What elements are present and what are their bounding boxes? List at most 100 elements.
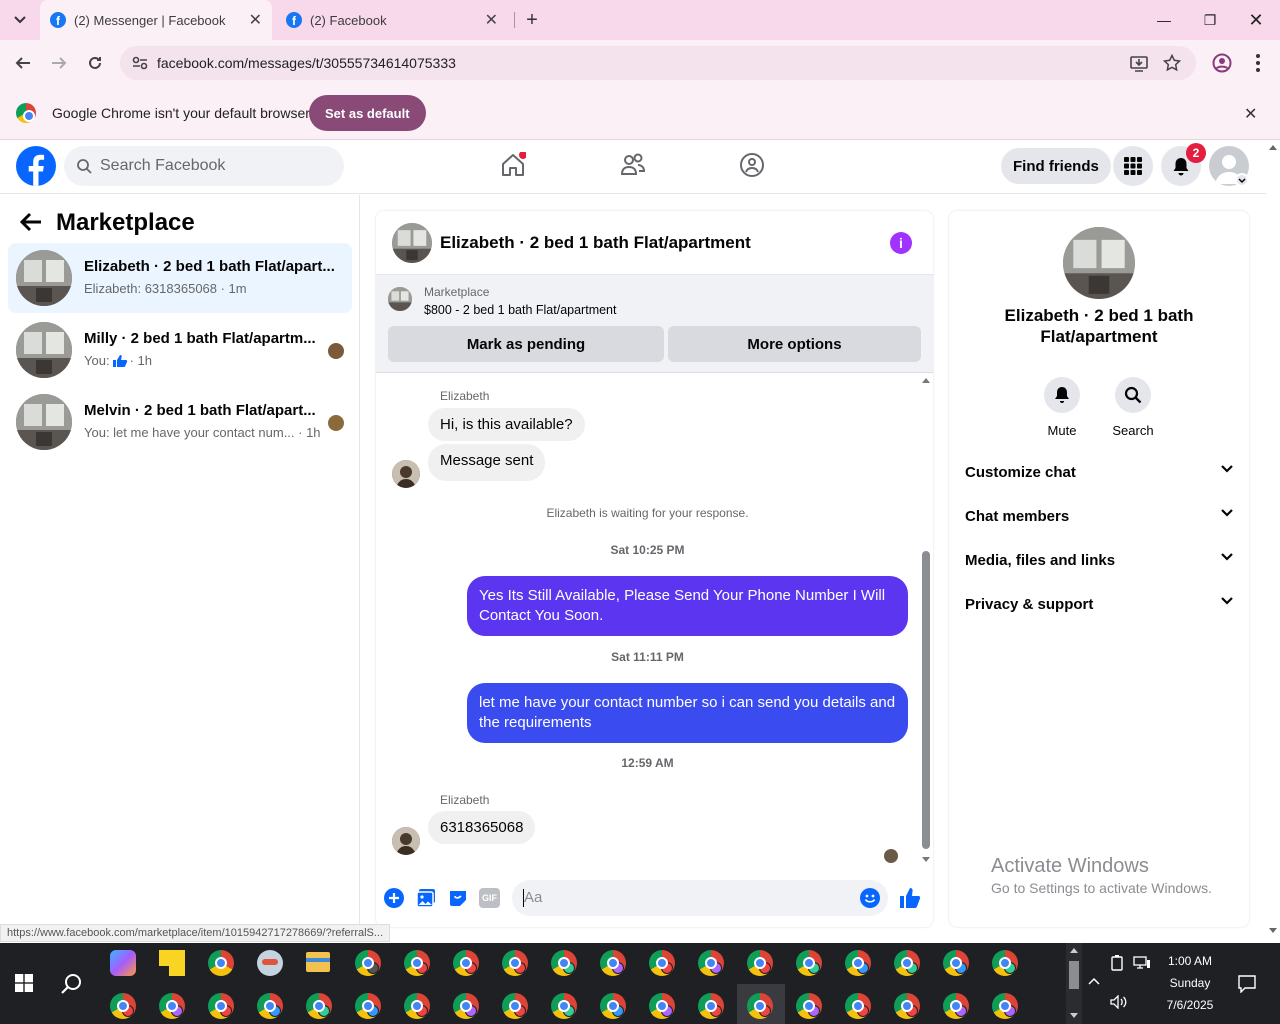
file-explorer-app-icon[interactable] bbox=[306, 952, 330, 972]
message-input[interactable]: Aa bbox=[512, 880, 888, 916]
chrome-profile-icon[interactable] bbox=[845, 993, 871, 1019]
new-tab-button[interactable]: + bbox=[520, 8, 544, 32]
scroll-up-icon[interactable] bbox=[1070, 947, 1078, 953]
chrome-profile-icon[interactable] bbox=[306, 993, 332, 1019]
tab-search-button[interactable] bbox=[8, 8, 32, 32]
chrome-profile-icon[interactable] bbox=[502, 993, 528, 1019]
chrome-profile-icon[interactable] bbox=[453, 950, 479, 976]
chrome-profile-icon[interactable] bbox=[453, 993, 479, 1019]
address-bar[interactable]: facebook.com/messages/t/3055573461407533… bbox=[120, 46, 1196, 80]
copilot-app-icon[interactable] bbox=[110, 950, 136, 976]
chrome-app-icon[interactable] bbox=[208, 950, 234, 976]
more-options-button[interactable]: More options bbox=[668, 326, 921, 362]
search-in-conversation-button[interactable]: Search bbox=[1103, 377, 1163, 438]
plus-circle-icon[interactable] bbox=[384, 888, 404, 908]
search-icon[interactable] bbox=[61, 973, 83, 995]
network-icon[interactable] bbox=[1133, 956, 1151, 970]
sender-avatar[interactable] bbox=[392, 460, 420, 488]
chrome-menu-button[interactable] bbox=[1250, 52, 1266, 74]
chrome-profile-icon[interactable] bbox=[404, 950, 430, 976]
chrome-profile-icon[interactable] bbox=[992, 950, 1018, 976]
back-arrow-icon[interactable] bbox=[20, 212, 42, 232]
emoji-icon[interactable] bbox=[860, 888, 880, 908]
set-as-default-button[interactable]: Set as default bbox=[309, 95, 426, 131]
outgoing-message[interactable]: let me have your contact number so i can… bbox=[467, 683, 908, 743]
chrome-profile-icon[interactable] bbox=[845, 950, 871, 976]
scroll-up-icon[interactable] bbox=[1269, 144, 1277, 150]
groups-icon[interactable] bbox=[739, 152, 765, 178]
notification-center-icon[interactable] bbox=[1238, 975, 1256, 993]
reload-button[interactable] bbox=[80, 48, 110, 78]
chrome-profile-icon[interactable] bbox=[796, 950, 822, 976]
chrome-profile-icon[interactable] bbox=[502, 950, 528, 976]
window-close-button[interactable]: ✕ bbox=[1233, 0, 1279, 40]
listing-title[interactable]: $800 - 2 bed 1 bath Flat/apartment bbox=[424, 303, 617, 317]
listing-photo[interactable] bbox=[1063, 227, 1135, 299]
tab-messenger[interactable]: f (2) Messenger | Facebook ✕ bbox=[40, 0, 272, 40]
incoming-message[interactable]: Message sent bbox=[428, 444, 546, 481]
mark-as-pending-button[interactable]: Mark as pending bbox=[388, 326, 664, 362]
home-icon[interactable] bbox=[500, 152, 526, 178]
chrome-profile-icon[interactable] bbox=[992, 993, 1018, 1019]
media-files-links-row[interactable]: Media, files and links bbox=[965, 549, 1233, 573]
find-friends-button[interactable]: Find friends bbox=[1001, 148, 1111, 184]
thread-item-melvin[interactable]: Melvin · 2 bed 1 bath Flat/apart... You:… bbox=[8, 387, 352, 457]
sticker-icon[interactable] bbox=[448, 888, 468, 908]
battery-icon[interactable] bbox=[1110, 955, 1124, 971]
gif-icon[interactable]: GIF bbox=[479, 888, 500, 908]
chevron-up-icon[interactable] bbox=[1088, 977, 1100, 985]
chrome-profile-icon[interactable] bbox=[649, 950, 675, 976]
taskbar-scrollbar[interactable] bbox=[1066, 943, 1082, 1024]
clock-date[interactable]: 7/6/2025 bbox=[1150, 998, 1230, 1012]
scroll-down-icon[interactable] bbox=[922, 857, 930, 863]
clock-time[interactable]: 1:00 AM bbox=[1150, 954, 1230, 968]
chrome-profile-icon[interactable] bbox=[159, 993, 185, 1019]
incoming-message[interactable]: 6318365068 bbox=[428, 811, 536, 844]
chat-members-row[interactable]: Chat members bbox=[965, 505, 1233, 529]
chrome-profile-icon[interactable] bbox=[600, 993, 626, 1019]
back-button[interactable] bbox=[8, 48, 38, 78]
scroll-thumb[interactable] bbox=[922, 551, 930, 849]
close-icon[interactable]: ✕ bbox=[485, 10, 498, 30]
scroll-up-icon[interactable] bbox=[922, 377, 930, 383]
menu-button[interactable] bbox=[1113, 146, 1153, 186]
thread-item-elizabeth[interactable]: Elizabeth · 2 bed 1 bath Flat/apart... E… bbox=[8, 243, 352, 313]
account-chevron[interactable] bbox=[1235, 173, 1249, 187]
volume-icon[interactable] bbox=[1110, 995, 1128, 1009]
scroll-thumb[interactable] bbox=[1069, 961, 1079, 989]
thumbs-up-icon[interactable] bbox=[899, 887, 921, 909]
snipping-app-icon[interactable] bbox=[257, 950, 283, 976]
friends-icon[interactable] bbox=[620, 152, 646, 178]
listing-thumbnail[interactable] bbox=[392, 223, 432, 263]
forward-button[interactable] bbox=[44, 48, 74, 78]
windows-start-icon[interactable] bbox=[15, 974, 33, 992]
install-app-icon[interactable] bbox=[1130, 54, 1148, 72]
bookmark-star-icon[interactable] bbox=[1163, 54, 1181, 72]
incoming-message[interactable]: Hi, is this available? bbox=[428, 408, 585, 441]
conversation-info-button[interactable]: i bbox=[890, 232, 912, 254]
chrome-profile-icon[interactable] bbox=[894, 993, 920, 1019]
chrome-profile-icon[interactable] bbox=[404, 993, 430, 1019]
chrome-profile-icon[interactable] bbox=[355, 950, 381, 976]
chrome-profile-icon[interactable] bbox=[796, 993, 822, 1019]
chrome-profile-icon[interactable] bbox=[747, 950, 773, 976]
chat-scrollbar[interactable] bbox=[919, 373, 933, 873]
facebook-logo-icon[interactable] bbox=[16, 146, 56, 186]
chrome-profile-icon[interactable] bbox=[894, 950, 920, 976]
chrome-profile-icon[interactable] bbox=[943, 993, 969, 1019]
chrome-profile-icon[interactable] bbox=[649, 993, 675, 1019]
chrome-profile-icon[interactable] bbox=[551, 950, 577, 976]
restore-button[interactable]: ❐ bbox=[1187, 0, 1233, 40]
site-settings-icon[interactable] bbox=[132, 56, 148, 70]
photo-icon[interactable] bbox=[416, 888, 436, 908]
chrome-profile-icon-active[interactable] bbox=[747, 993, 773, 1019]
chrome-profile-icon[interactable] bbox=[600, 950, 626, 976]
profile-icon[interactable] bbox=[1212, 53, 1232, 73]
sender-avatar[interactable] bbox=[392, 827, 420, 855]
scroll-down-icon[interactable] bbox=[1070, 1013, 1078, 1019]
chrome-profile-icon[interactable] bbox=[355, 993, 381, 1019]
minimize-button[interactable]: — bbox=[1141, 0, 1187, 40]
chrome-profile-icon[interactable] bbox=[257, 993, 283, 1019]
chrome-profile-icon[interactable] bbox=[110, 993, 136, 1019]
tab-facebook[interactable]: f (2) Facebook ✕ bbox=[276, 0, 508, 40]
